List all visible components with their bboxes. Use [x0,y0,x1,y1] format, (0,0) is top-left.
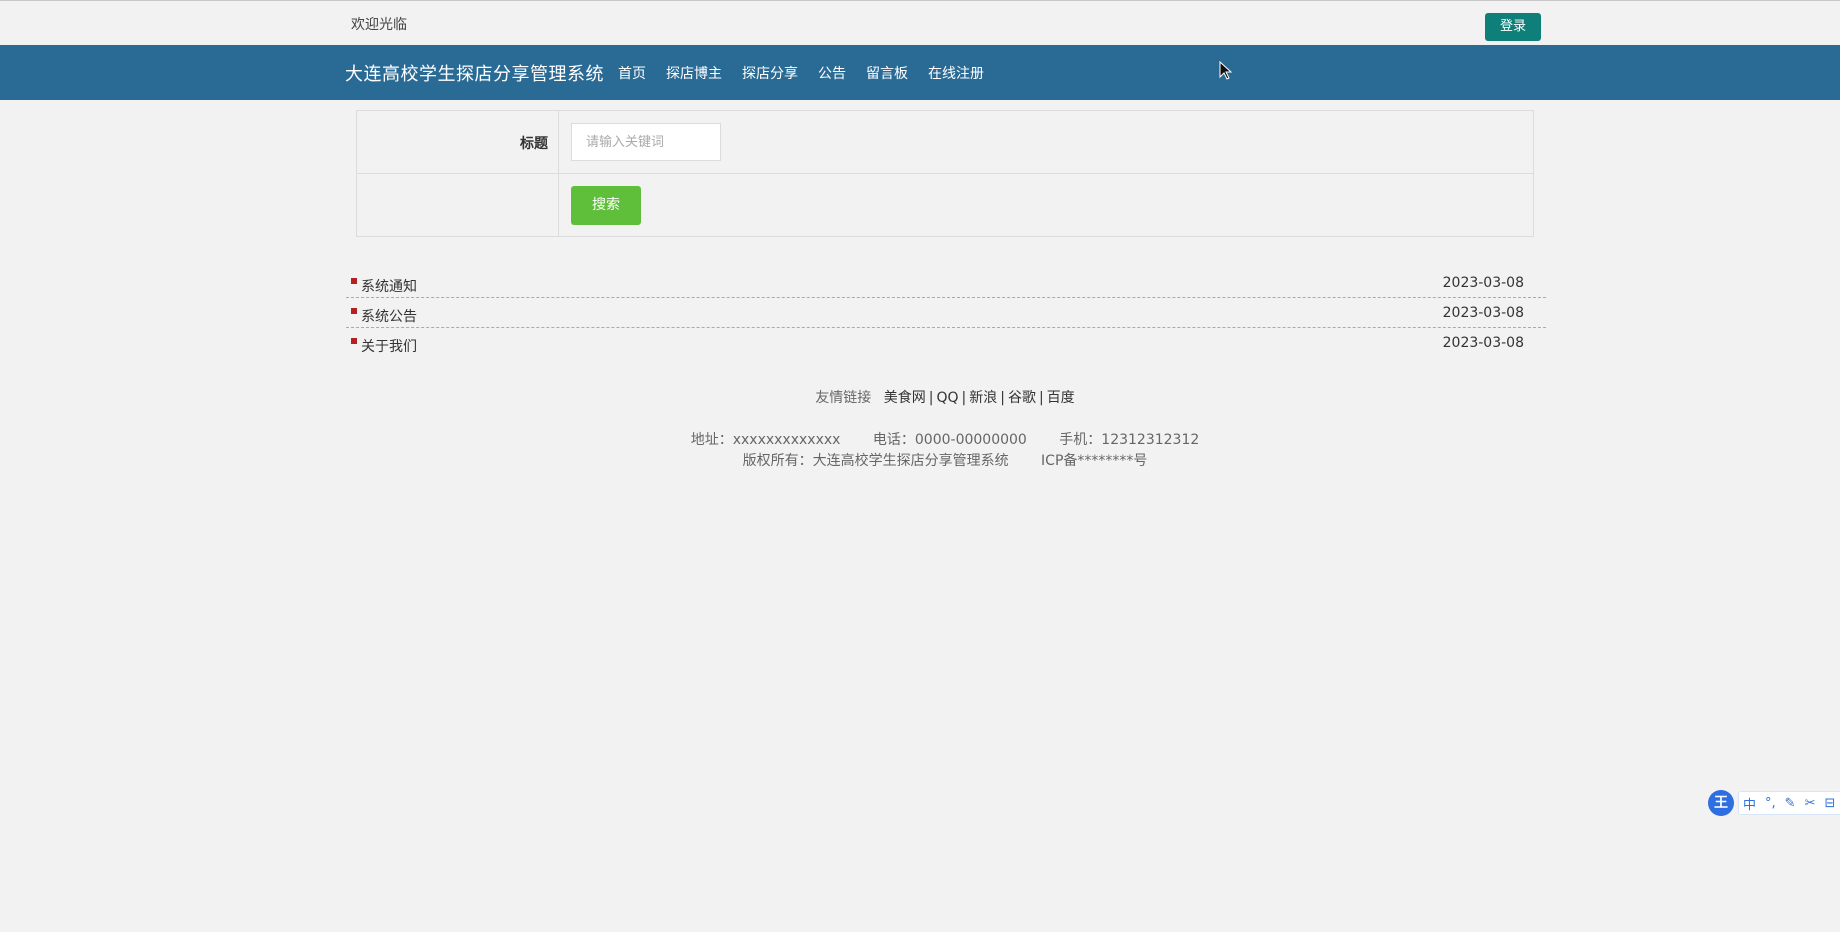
list-item[interactable]: 系统公告 2023-03-08 [346,298,1546,328]
ime-toolbar: 王 中 °, ✎ ✂ ⊟ [1708,789,1840,817]
notice-date: 2023-03-08 [1442,275,1524,291]
bullet-icon [351,338,357,344]
ime-strip: 中 °, ✎ ✂ ⊟ [1738,791,1840,815]
bullet-icon [351,278,357,284]
ime-keyboard-icon[interactable]: ⊟ [1824,796,1835,811]
notice-title[interactable]: 关于我们 [361,336,417,356]
list-item[interactable]: 关于我们 2023-03-08 [346,328,1546,358]
footer-mobile: 手机：12312312312 [1059,432,1200,448]
search-button[interactable]: 搜索 [571,186,641,225]
ime-pen-icon[interactable]: ✎ [1785,796,1796,811]
nav-link-bloggers[interactable]: 探店博主 [666,63,722,83]
ime-logo-icon[interactable]: 王 [1708,790,1734,816]
friend-links-label: 友情链接 [815,390,872,406]
footer-icp: ICP备********号 [1041,453,1148,469]
notice-date: 2023-03-08 [1442,305,1524,321]
friend-link-baidu[interactable]: 百度 [1047,390,1075,406]
search-row-button: 搜索 [357,174,1533,237]
separator: | [928,390,934,406]
label-cell-empty [357,174,559,237]
notice-title[interactable]: 系统通知 [361,276,417,296]
search-panel: 标题 搜索 [356,110,1534,237]
nav-link-shares[interactable]: 探店分享 [742,63,798,83]
footer-copyright: 版权所有：大连高校学生探店分享管理系统 [742,453,1009,469]
title-label: 标题 [520,136,548,152]
footer-copyright-line: 版权所有：大连高校学生探店分享管理系统 ICP备********号 [0,451,1840,472]
list-item[interactable]: 系统通知 2023-03-08 [346,268,1546,298]
search-row-title: 标题 [357,111,1533,174]
mouse-pointer-icon [1219,61,1233,80]
login-button[interactable]: 登录 [1485,13,1541,41]
ime-chinese-mode-icon[interactable]: 中 [1743,794,1756,813]
site-title[interactable]: 大连高校学生探店分享管理系统 [345,60,604,86]
footer-phone: 电话：0000-00000000 [872,432,1027,448]
nav-link-home[interactable]: 首页 [618,63,646,83]
friend-links: 友情链接 美食网 | QQ | 新浪 | 谷歌 | 百度 [0,387,1840,407]
label-cell: 标题 [357,111,559,173]
footer-contact-line: 地址：xxxxxxxxxxxxx 电话：0000-00000000 手机：123… [0,430,1840,451]
nav-link-announcements[interactable]: 公告 [818,63,846,83]
footer-info: 地址：xxxxxxxxxxxxx 电话：0000-00000000 手机：123… [0,430,1840,472]
separator: | [1000,390,1005,406]
separator: | [961,390,967,406]
friend-link-qq[interactable]: QQ [936,390,958,406]
main-navbar: 大连高校学生探店分享管理系统 首页 探店博主 探店分享 公告 留言板 在线注册 [0,45,1840,100]
nav-link-register[interactable]: 在线注册 [928,63,984,83]
top-bar: 欢迎光临 登录 [0,0,1840,45]
ime-punctuation-icon[interactable]: °, [1765,796,1776,811]
friend-link-sina[interactable]: 新浪 [969,390,997,406]
nav-links: 首页 探店博主 探店分享 公告 留言板 在线注册 [618,63,1004,83]
bullet-icon [351,308,357,314]
keyword-input[interactable] [571,123,721,161]
ime-scissors-icon[interactable]: ✂ [1805,796,1816,811]
friend-link-google[interactable]: 谷歌 [1008,390,1036,406]
welcome-text: 欢迎光临 [351,17,407,33]
nav-link-message-board[interactable]: 留言板 [866,63,908,83]
notice-list: 系统通知 2023-03-08 系统公告 2023-03-08 关于我们 202… [346,268,1546,358]
friend-link-meishi[interactable]: 美食网 [884,390,926,406]
notice-date: 2023-03-08 [1442,335,1524,351]
notice-title[interactable]: 系统公告 [361,306,417,326]
separator: | [1038,390,1044,406]
footer-address: 地址：xxxxxxxxxxxxx [690,432,841,448]
